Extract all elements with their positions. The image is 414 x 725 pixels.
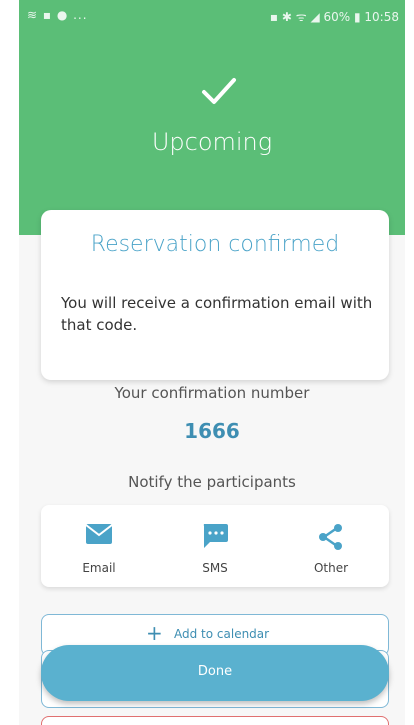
- share-options-card: Email SMS Other: [41, 505, 389, 587]
- plus-icon: +: [146, 621, 163, 645]
- done-button[interactable]: Done: [41, 645, 389, 701]
- header: ≋ ▪ ● ... ▪ ✱ ᯤ ◢ 60% ▮ 10:58 Upcoming: [19, 0, 405, 235]
- share-sms-button[interactable]: SMS: [157, 505, 273, 587]
- share-other-button[interactable]: Other: [273, 505, 389, 587]
- add-to-calendar-label: Add to calendar: [174, 627, 270, 641]
- right-margin: [405, 0, 414, 725]
- confirmation-message: You will receive a confirmation email wi…: [61, 294, 373, 334]
- confirmation-title: Reservation confirmed: [90, 232, 340, 257]
- confirmation-number: 1666: [184, 419, 240, 443]
- left-margin: [0, 0, 19, 725]
- page-title: Upcoming: [151, 128, 273, 156]
- done-label: Done: [197, 664, 233, 679]
- status-notifications: ≋ ▪ ● ...: [27, 8, 88, 22]
- share-sms-label: SMS: [202, 561, 228, 575]
- cancel-reservation-button[interactable]: [41, 716, 389, 725]
- status-bar: ≋ ▪ ● ... ▪ ✱ ᯤ ◢ 60% ▮ 10:58: [19, 0, 405, 30]
- checkmark-icon: [202, 78, 236, 104]
- sms-icon: [203, 524, 228, 548]
- confirmation-card: Reservation confirmed You will receive a…: [41, 210, 389, 380]
- share-icon: [319, 524, 342, 550]
- share-email-label: Email: [82, 561, 116, 575]
- confirmation-number-label: Your confirmation number: [114, 384, 310, 402]
- notify-participants-label: Notify the participants: [128, 473, 296, 491]
- app-screen: ≋ ▪ ● ... ▪ ✱ ᯤ ◢ 60% ▮ 10:58 Upcoming R…: [19, 0, 405, 725]
- share-other-label: Other: [313, 561, 349, 575]
- share-email-button[interactable]: Email: [41, 505, 157, 587]
- status-system: ▪ ✱ ᯤ ◢ 60% ▮ 10:58: [269, 10, 399, 24]
- email-icon: [85, 524, 113, 544]
